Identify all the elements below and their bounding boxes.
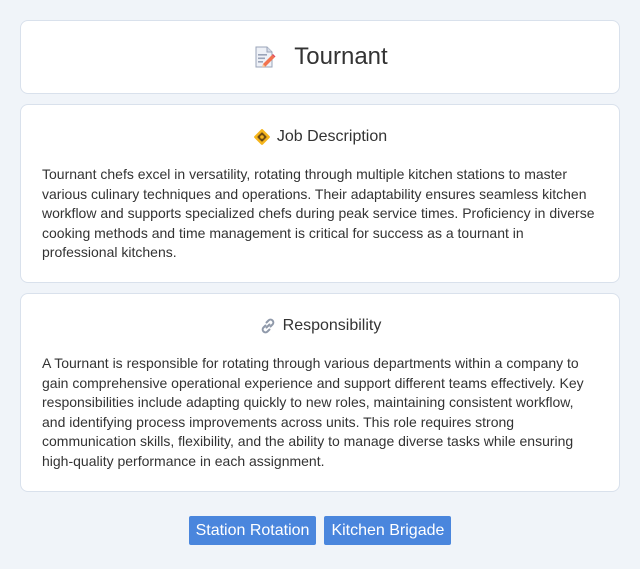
badge-icon xyxy=(253,128,271,146)
page: Tournant Job Description Tournant chefs … xyxy=(0,0,640,569)
section-header: Responsibility xyxy=(42,316,598,336)
tag-station-rotation[interactable]: Station Rotation xyxy=(188,516,317,545)
page-title: Tournant xyxy=(294,43,388,70)
section-header: Job Description xyxy=(42,127,598,147)
link-icon xyxy=(259,317,277,335)
job-description-card: Job Description Tournant chefs excel in … xyxy=(20,104,620,283)
tag-list: Station Rotation Kitchen Brigade xyxy=(0,516,640,545)
section-title: Job Description xyxy=(276,128,388,145)
title-card: Tournant xyxy=(20,20,620,94)
section-body: A Tournant is responsible for rotating t… xyxy=(42,355,584,469)
section-body: Tournant chefs excel in versatility, rot… xyxy=(42,166,595,260)
memo-pencil-icon xyxy=(252,45,276,69)
tag-kitchen-brigade[interactable]: Kitchen Brigade xyxy=(324,516,452,545)
responsibility-card: Responsibility A Tournant is responsible… xyxy=(20,293,620,492)
section-title: Responsibility xyxy=(282,317,382,334)
